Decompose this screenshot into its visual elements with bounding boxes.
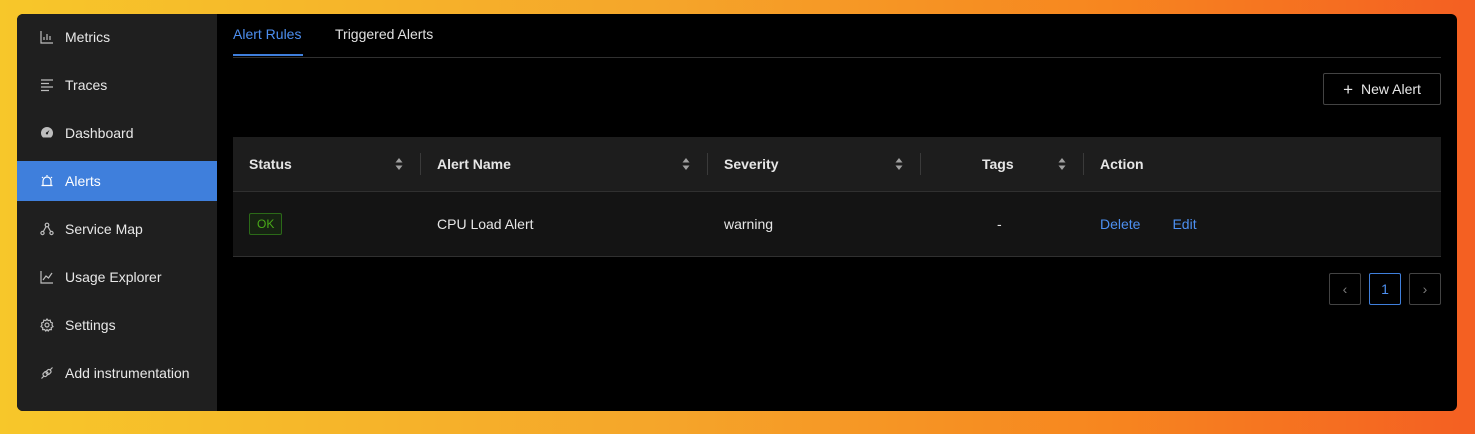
alert-rules-table: Status Alert Name Severity Tags Action O… bbox=[233, 137, 1441, 257]
align-left-icon bbox=[40, 78, 54, 92]
tab-alert-rules[interactable]: Alert Rules bbox=[233, 26, 301, 42]
sort-icon[interactable] bbox=[395, 157, 403, 171]
column-title: Alert Name bbox=[437, 156, 511, 172]
deployment-unit-icon bbox=[40, 222, 54, 236]
sort-icon[interactable] bbox=[1058, 157, 1066, 171]
sidebar-item-traces[interactable]: Traces bbox=[17, 65, 217, 105]
new-alert-label: New Alert bbox=[1361, 81, 1421, 97]
tab-triggered-alerts[interactable]: Triggered Alerts bbox=[335, 26, 433, 42]
sidebar: Metrics Traces Dashboard Alerts Service … bbox=[17, 14, 217, 411]
sidebar-item-label: Metrics bbox=[65, 29, 111, 45]
table-header: Status Alert Name Severity Tags Action bbox=[233, 137, 1441, 192]
sidebar-item-usage-explorer[interactable]: Usage Explorer bbox=[17, 257, 217, 297]
table-row: OK CPU Load Alert warning - Delete Edit bbox=[233, 192, 1441, 257]
column-title: Action bbox=[1100, 156, 1144, 172]
plus-icon: + bbox=[1343, 79, 1353, 99]
api-icon bbox=[40, 366, 54, 380]
cell-status: OK bbox=[233, 213, 421, 235]
bar-chart-icon bbox=[40, 30, 54, 44]
sidebar-item-label: Add instrumentation bbox=[65, 365, 190, 381]
sort-icon[interactable] bbox=[895, 157, 903, 171]
sidebar-item-label: Dashboard bbox=[65, 125, 134, 141]
sidebar-item-label: Alerts bbox=[65, 173, 101, 189]
column-title: Severity bbox=[724, 156, 779, 172]
pagination-next-button[interactable]: › bbox=[1409, 273, 1441, 305]
cell-actions: Delete Edit bbox=[1084, 216, 1441, 232]
sidebar-item-settings[interactable]: Settings bbox=[17, 305, 217, 345]
status-badge: OK bbox=[249, 213, 283, 235]
active-tab-indicator bbox=[233, 54, 303, 56]
sidebar-item-add-instrumentation[interactable]: Add instrumentation bbox=[17, 353, 217, 393]
cell-alert-name: CPU Load Alert bbox=[437, 216, 534, 232]
line-chart-icon bbox=[40, 270, 54, 284]
new-alert-button[interactable]: + New Alert bbox=[1323, 73, 1441, 105]
sidebar-item-label: Usage Explorer bbox=[65, 269, 162, 285]
cell-tags: - bbox=[997, 216, 1002, 232]
pagination-prev-button[interactable]: ‹ bbox=[1329, 273, 1361, 305]
sidebar-item-label: Traces bbox=[65, 77, 108, 93]
sort-icon[interactable] bbox=[682, 157, 690, 171]
main-content: Alert Rules Triggered Alerts + New Alert… bbox=[217, 14, 1457, 411]
gear-icon bbox=[40, 318, 54, 332]
dashboard-icon bbox=[40, 126, 54, 140]
sidebar-item-dashboard[interactable]: Dashboard bbox=[17, 113, 217, 153]
sidebar-item-alerts[interactable]: Alerts bbox=[17, 161, 217, 201]
column-header-action: Action bbox=[1084, 137, 1441, 191]
sidebar-item-metrics[interactable]: Metrics bbox=[17, 17, 217, 57]
column-title: Status bbox=[249, 156, 292, 172]
column-header-tags[interactable]: Tags bbox=[921, 137, 1084, 191]
sidebar-item-service-map[interactable]: Service Map bbox=[17, 209, 217, 249]
delete-link[interactable]: Delete bbox=[1100, 216, 1140, 232]
app-window: Metrics Traces Dashboard Alerts Service … bbox=[17, 14, 1457, 411]
column-header-severity[interactable]: Severity bbox=[708, 137, 921, 191]
pagination-page-1[interactable]: 1 bbox=[1369, 273, 1401, 305]
edit-link[interactable]: Edit bbox=[1172, 216, 1196, 232]
cell-severity: warning bbox=[724, 216, 774, 232]
alert-icon bbox=[40, 174, 54, 188]
column-title: Tags bbox=[982, 156, 1014, 172]
column-header-status[interactable]: Status bbox=[233, 137, 421, 191]
sidebar-item-label: Service Map bbox=[65, 221, 143, 237]
column-header-alert-name[interactable]: Alert Name bbox=[421, 137, 708, 191]
sidebar-item-label: Settings bbox=[65, 317, 116, 333]
tab-bar: Alert Rules Triggered Alerts bbox=[233, 14, 1441, 58]
